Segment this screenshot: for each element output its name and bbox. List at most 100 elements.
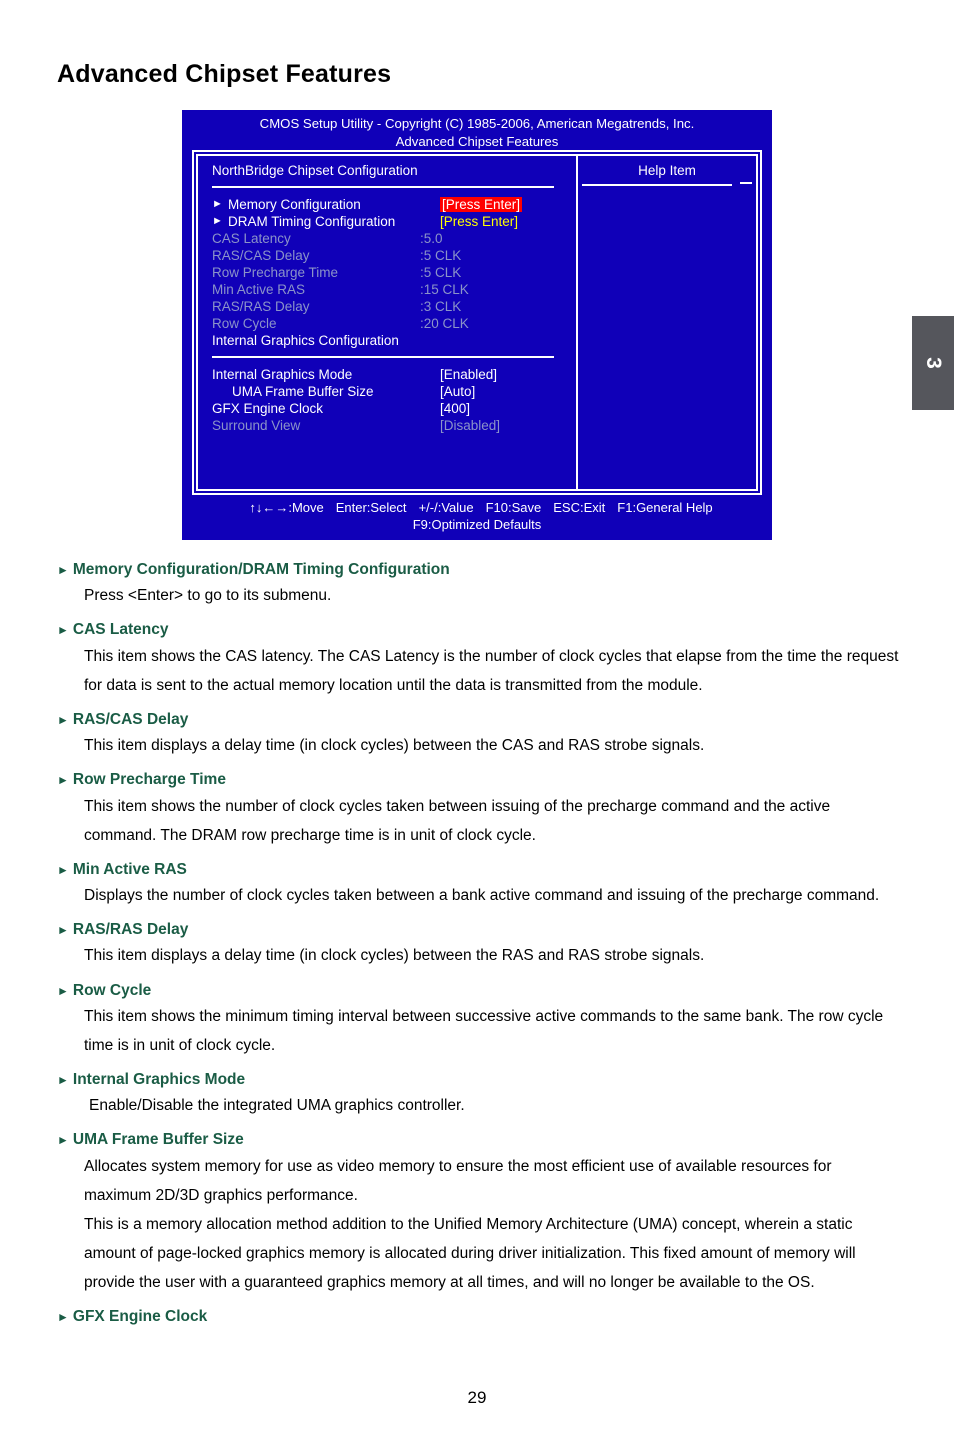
section-paragraph: This item shows the minimum timing inter… [84,1007,884,1054]
northbridge-section-heading: NorthBridge Chipset Configuration [212,163,418,178]
bios-menu-value: [Enabled] [440,367,498,382]
section-paragraph: This is a memory allocation method addit… [84,1215,856,1292]
bullet-arrow-icon: ► [57,712,69,727]
bullet-arrow-icon: ► [57,862,69,877]
bios-footer-defaults: F9:Optimized Defaults [412,516,542,532]
section-heading: ► Row Cycle [57,979,902,1002]
section-heading-text: Memory Configuration/DRAM Timing Configu… [72,561,450,578]
bios-setup-screen: CMOS Setup Utility - Copyright (C) 1985-… [182,110,772,540]
bios-shortcut-key: +/-/:Value [418,500,474,515]
bios-menu-value: [Disabled] [440,418,501,433]
section-heading: ► GFX Engine Clock [57,1305,902,1328]
bios-shortcut-key: ↑↓←→:Move [249,500,324,515]
bios-menu-row[interactable]: Row Cycle :20 CLK [198,315,576,332]
bios-menu-label: Surround View [212,418,301,433]
bullet-arrow-icon: ► [57,983,69,998]
bios-menu-row[interactable]: CAS Latency :5.0 [198,230,576,247]
bios-menu-label: RAS/RAS Delay [212,299,310,314]
bios-menu-row[interactable]: Surround View [Disabled] [198,417,576,434]
bios-shortcut-key: F1:General Help [617,500,713,515]
bios-menu-row[interactable]: RAS/CAS Delay :5 CLK [198,247,576,264]
bios-menu-value: :5 CLK [420,248,462,263]
section-heading: ► RAS/RAS Delay [57,918,902,941]
section-heading: ► Min Active RAS [57,858,902,881]
bios-menu-row[interactable]: UMA Frame Buffer Size [Auto] [198,383,576,400]
bios-title-line2: Advanced Chipset Features [395,133,559,149]
section-heading: ► CAS Latency [57,618,902,641]
help-item-heading: Help Item [638,163,696,178]
bios-menu-row[interactable]: ► DRAM Timing Configuration [Press Enter] [198,213,576,230]
bullet-arrow-icon: ► [57,1310,69,1325]
memory-config-rows: ► Memory Configuration [Press Enter] ► DRAM … [198,196,576,332]
bios-menu-value: [400] [440,401,471,416]
bullet-arrow-icon: ► [57,1073,69,1087]
section-heading: ► Memory Configuration/DRAM Timing Config… [57,558,902,581]
section-heading-text: UMA Frame Buffer Size [72,1131,244,1149]
bios-menu-value: [Press Enter] [440,214,519,229]
section-paragraph: Press <Enter> to go to its submenu. [84,587,332,605]
northbridge-divider [212,186,554,188]
bios-menu-value: :5 CLK [420,265,462,280]
section-heading: ► Row Precharge Time [57,768,902,791]
section-paragraph: This item displays a delay time (in cloc… [84,737,705,755]
bios-frame-outer: NorthBridge Chipset Configuration ► Memor… [192,150,762,495]
submenu-arrow-icon: ► [212,215,223,227]
bullet-arrow-icon: ► [57,623,69,638]
graphics-section-heading: Internal Graphics Configuration [212,333,399,348]
bios-menu-label: Row Precharge Time [212,265,339,280]
body-content: ► Memory Configuration/DRAM Timing Config… [57,550,902,1329]
bullet-arrow-icon: ► [57,923,69,938]
bios-menu-label: DRAM Timing Configuration [228,214,396,229]
section-heading-text: RAS/RAS Delay [72,921,189,939]
bios-menu-row[interactable]: Internal Graphics Mode [Enabled] [198,366,576,383]
bios-menu-label: Memory Configuration [228,197,361,212]
bullet-arrow-icon: ► [57,563,69,577]
section-heading: ► RAS/CAS Delay [57,708,902,731]
bios-menu-label: Row Cycle [212,316,277,331]
help-divider-left [582,184,732,186]
bios-menu-row[interactable]: ► Memory Configuration [Press Enter] [198,196,576,213]
bullet-arrow-icon: ► [57,773,69,788]
chapter-tab-number: 3 [922,357,945,369]
bios-menu-label: GFX Engine Clock [212,401,324,416]
selected-value-highlight: [Press Enter] [440,197,523,212]
section-paragraph: This item displays a delay time (in cloc… [84,947,705,965]
bios-footer: ↑↓←→:Move Enter:Select +/-/:Value F10:Save E… [182,500,772,534]
bios-shortcut-keys: ↑↓←→:Move Enter:Select +/-/:Value F10:Save E… [182,500,772,517]
section-heading-text: Row Cycle [72,981,152,999]
bios-title-line1: CMOS Setup Utility - Copyright (C) 1985-… [259,116,695,131]
bios-menu-value: :5.0 [420,231,443,246]
bios-shortcut-key: ESC:Exit [553,500,606,515]
bios-menu-value: :15 CLK [420,282,469,297]
help-divider-right [740,182,752,184]
section-heading-text: RAS/CAS Delay [72,710,189,728]
bios-menu-value: :20 CLK [420,316,469,331]
chapter-tab: 3 [912,316,954,410]
bios-menu-row[interactable]: GFX Engine Clock [400] [198,400,576,417]
section-heading: ► UMA Frame Buffer Size [57,1128,902,1151]
graphics-divider [212,356,554,358]
section-heading-text: GFX Engine Clock [72,1308,208,1326]
section-heading-text: Internal Graphics Mode [72,1071,246,1088]
bios-menu-label: Min Active RAS [212,282,306,297]
bios-menu-row[interactable]: RAS/RAS Delay:3 CLK [198,298,576,315]
bios-menu-label: Internal Graphics Mode [212,367,353,382]
bios-menu-label: CAS Latency [212,231,291,246]
section-paragraph: This item shows the number of clock cycl… [84,797,831,844]
section-heading-text: Min Active RAS [72,860,187,878]
bios-menu-row[interactable]: Min Active RAS :15 CLK [198,281,576,298]
submenu-arrow-icon: ► [212,198,223,210]
bios-title-bar: CMOS Setup Utility - Copyright (C) 1985-… [182,110,772,150]
section-paragraph: This item shows the CAS latency. The CAS… [84,647,899,694]
bios-menu-label: RAS/CAS Delay [212,248,310,263]
bios-menu-value: [Press Enter] [440,196,523,214]
bios-shortcut-key: Enter:Select [335,500,407,515]
section-paragraph: Displays the number of clock cycles take… [84,887,880,904]
section-paragraph: Allocates system memory for use as video… [84,1157,832,1204]
section-heading-text: CAS Latency [72,621,169,639]
bios-menu-row[interactable]: Row Precharge Time :5 CLK [198,264,576,281]
bios-left-panel: NorthBridge Chipset Configuration ► Memor… [198,156,578,489]
section-paragraph: Enable/Disable the integrated UMA graphi… [89,1097,465,1115]
graphics-config-rows: Internal Graphics Mode [Enabled] UMA Frame… [198,366,576,434]
bios-shortcut-key: F10:Save [485,500,542,515]
